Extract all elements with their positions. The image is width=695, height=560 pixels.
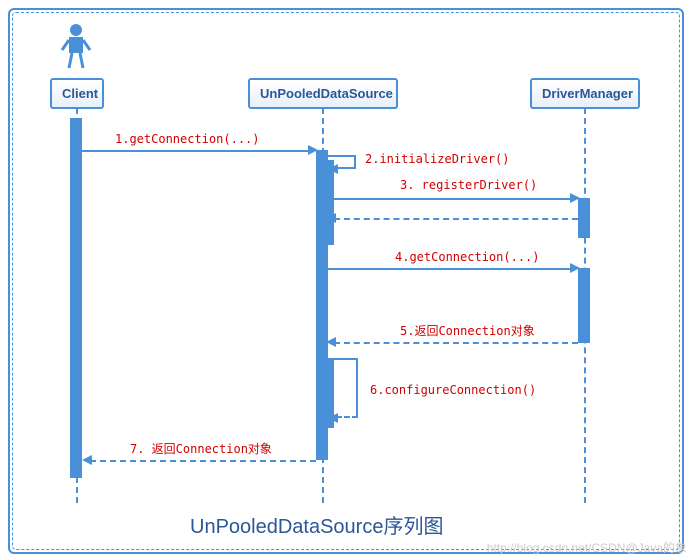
message-7-arrow xyxy=(90,460,316,462)
message-3-label: 3. registerDriver() xyxy=(400,178,537,192)
message-6-head xyxy=(328,413,338,423)
message-5-head xyxy=(326,337,336,347)
message-1-head xyxy=(308,145,318,155)
participant-drivermanager: DriverManager xyxy=(530,78,640,109)
message-4-head xyxy=(570,263,580,273)
message-3-arrow xyxy=(334,198,574,200)
activation-client xyxy=(70,118,82,478)
message-3-return xyxy=(334,218,578,220)
diagram-title: UnPooledDataSource序列图 xyxy=(190,510,443,539)
message-1-label: 1.getConnection(...) xyxy=(115,132,260,146)
message-3-return-head xyxy=(326,213,336,223)
message-7-label: 7. 返回Connection对象 xyxy=(130,440,272,457)
message-4-arrow xyxy=(328,268,574,270)
activation-drivermanager-1 xyxy=(578,198,590,238)
message-3-head xyxy=(570,193,580,203)
message-5-arrow xyxy=(334,342,578,344)
message-2-label: 2.initializeDriver() xyxy=(365,152,510,166)
message-6-self-call xyxy=(328,358,358,418)
message-4-label: 4.getConnection(...) xyxy=(395,250,540,264)
participant-client: Client xyxy=(50,78,104,109)
message-1-arrow xyxy=(82,150,310,152)
watermark-text: http://blog.csdn.net/CSDN@Java的象 xyxy=(487,539,687,556)
participant-datasource: UnPooledDataSource xyxy=(248,78,398,109)
activation-drivermanager-2 xyxy=(578,268,590,343)
actor-icon xyxy=(58,22,94,70)
message-6-label: 6.configureConnection() xyxy=(370,383,536,397)
message-7-head xyxy=(82,455,92,465)
message-2-head xyxy=(328,164,338,174)
message-5-label: 5.返回Connection对象 xyxy=(400,322,535,339)
